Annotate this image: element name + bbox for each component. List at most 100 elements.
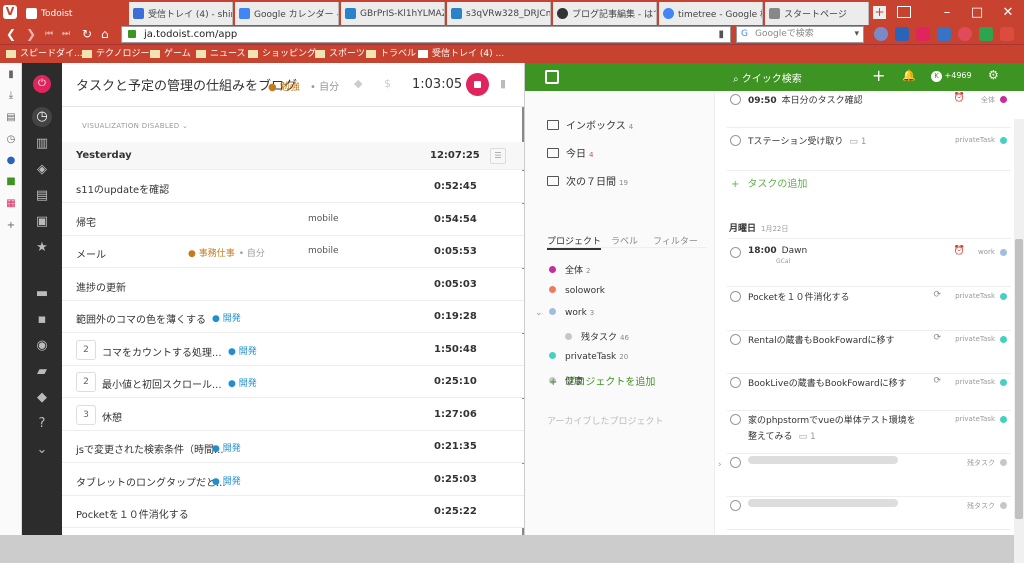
- bookmark-technology[interactable]: テクノロジー: [82, 45, 149, 64]
- time-entry-row[interactable]: 3 休憩 1:27:06: [62, 398, 524, 431]
- entry-description[interactable]: タブレットのロングタップだと...: [76, 474, 226, 489]
- search-input[interactable]: G Googleで検索 ▾: [736, 26, 864, 43]
- todoist-extension-icon[interactable]: [1000, 27, 1014, 41]
- tab-start-page[interactable]: スタートページ: [765, 2, 869, 25]
- entry-project[interactable]: ● 開発: [228, 344, 257, 357]
- clients-icon[interactable]: ▪: [32, 310, 52, 330]
- timer-icon[interactable]: ◷: [32, 107, 52, 127]
- task-checkbox[interactable]: [730, 377, 741, 388]
- fast-forward-icon[interactable]: ⏭: [62, 26, 70, 43]
- quick-add-button[interactable]: +: [872, 66, 885, 85]
- bookmark-shopping[interactable]: ショッピング: [248, 45, 316, 64]
- back-icon[interactable]: ❮: [6, 26, 16, 43]
- tab-filters[interactable]: フィルター: [653, 234, 698, 247]
- projects-icon[interactable]: ▬: [32, 284, 52, 304]
- minimize-button[interactable]: –: [932, 0, 962, 25]
- list-view-icon[interactable]: ☰: [490, 148, 506, 164]
- bookmark-inbox[interactable]: 受信トレイ (4) ...: [418, 45, 504, 64]
- bookmark-game[interactable]: ゲーム: [150, 45, 191, 64]
- entry-description[interactable]: jsで変更された検索条件（時間...: [76, 441, 224, 456]
- notes-panel-icon[interactable]: ▤: [5, 112, 17, 124]
- project-item[interactable]: 全体 2: [549, 263, 590, 276]
- insights-icon[interactable]: ◈: [32, 160, 52, 180]
- project-item[interactable]: privateTask 20: [549, 352, 628, 362]
- entry-description[interactable]: Pocketを１０件消化する: [76, 506, 189, 521]
- web-panel-1-icon[interactable]: ●: [5, 155, 17, 167]
- task-content[interactable]: [748, 456, 898, 467]
- add-panel-icon[interactable]: +: [5, 220, 17, 232]
- group-count-badge[interactable]: 2: [76, 372, 96, 392]
- tab-google-calendar[interactable]: Google カレンダー - 2月: [235, 2, 339, 25]
- chevron-right-icon[interactable]: ›: [718, 460, 722, 470]
- visualization-toggle[interactable]: VISUALIZATION DISABLED ⌄: [82, 122, 188, 130]
- tag-icon[interactable]: ◆: [354, 77, 362, 90]
- entry-project[interactable]: ● 開発: [228, 376, 257, 389]
- entry-description[interactable]: 休憩: [102, 409, 122, 424]
- dashboard-icon[interactable]: ▣: [32, 212, 52, 232]
- task-item[interactable]: Tステーション受け取り ▭ 1 privateTask: [727, 135, 1011, 171]
- notifications-icon[interactable]: 🔔: [902, 69, 916, 82]
- time-entry-row[interactable]: メール ● 事務仕事 • 自分 mobile 0:05:53: [62, 236, 524, 268]
- task-checkbox[interactable]: [730, 414, 741, 425]
- extension-5-icon[interactable]: [958, 27, 972, 41]
- comment-count[interactable]: ▭ 1: [799, 432, 816, 442]
- task-project[interactable]: 残タスク: [967, 501, 995, 511]
- task-content[interactable]: Tステーション受け取り ▭ 1: [748, 134, 866, 147]
- tab-projects[interactable]: プロジェクト: [547, 234, 602, 250]
- web-panel-2-icon[interactable]: ■: [5, 176, 17, 188]
- task-item[interactable]: Rentalの蔵書もBookFowardに移す privateTask ⟳: [727, 333, 1011, 374]
- stop-timer-button[interactable]: [466, 73, 489, 96]
- tab-labels[interactable]: ラベル: [611, 234, 638, 247]
- task-item[interactable]: BookLiveの蔵書もBookFowardに移す privateTask ⟳: [727, 376, 1011, 411]
- bookmark-sports[interactable]: スポーツ: [315, 45, 365, 64]
- task-project[interactable]: privateTask: [955, 378, 995, 386]
- nav-today[interactable]: 今日 4: [547, 145, 593, 160]
- task-item[interactable]: 家のphpstormでvueの単体テスト環境を 整えてみる ▭ 1 privateTa…: [727, 414, 1011, 454]
- task-item[interactable]: 09:50 本日分のタスク確認 全体 ⏰: [727, 93, 1011, 128]
- task-item[interactable]: 残タスク: [727, 456, 1011, 497]
- task-project[interactable]: 全体: [981, 95, 995, 105]
- workspaces-icon[interactable]: ▰: [32, 362, 52, 382]
- project-item[interactable]: ⌄ work 3: [535, 308, 594, 318]
- task-checkbox[interactable]: [730, 94, 741, 105]
- team-icon[interactable]: ◉: [32, 336, 52, 356]
- entry-project[interactable]: ● 開発: [212, 474, 241, 487]
- entry-description[interactable]: 帰宅: [76, 214, 96, 229]
- favorites-icon[interactable]: ★: [32, 238, 52, 258]
- task-content[interactable]: [748, 499, 898, 510]
- task-content[interactable]: 家のphpstormでvueの単体テスト環境を 整えてみる ▭ 1: [748, 413, 916, 442]
- task-content[interactable]: 09:50 本日分のタスク確認: [748, 93, 863, 106]
- rewind-icon[interactable]: ⏮: [45, 26, 53, 43]
- tab-image-1[interactable]: GBrPrIS-Kl1hYLMAZhWel: [341, 2, 445, 25]
- task-checkbox[interactable]: [730, 457, 741, 468]
- history-panel-icon[interactable]: ◷: [5, 134, 17, 146]
- task-content[interactable]: Pocketを１０件消化する: [748, 290, 850, 303]
- extension-6-icon[interactable]: [979, 27, 993, 41]
- toggl-logo-icon[interactable]: ⏻: [33, 75, 51, 93]
- task-checkbox[interactable]: [730, 291, 741, 302]
- tab-stack-icon[interactable]: [897, 6, 911, 18]
- home-icon[interactable]: ⌂: [101, 26, 109, 43]
- task-project[interactable]: work: [978, 248, 995, 256]
- entry-description[interactable]: 最小値と初回スクロール...: [102, 376, 222, 391]
- project-item[interactable]: solowork: [549, 286, 605, 296]
- timer-description[interactable]: タスクと予定の管理の仕組みをブログ: [76, 75, 297, 94]
- entry-project[interactable]: ● 開発: [212, 441, 241, 454]
- entry-description[interactable]: 範囲外のコマの色を薄くする: [76, 311, 206, 326]
- vivaldi-menu-icon[interactable]: V: [3, 5, 17, 19]
- nav-inbox[interactable]: インボックス 4: [547, 117, 633, 132]
- task-checkbox[interactable]: [730, 247, 741, 258]
- tab-todoist[interactable]: Todoist: [22, 2, 126, 25]
- timer-project[interactable]: ● 勉強: [268, 78, 300, 93]
- todoist-logo-icon[interactable]: [545, 70, 559, 84]
- task-checkbox[interactable]: [730, 334, 741, 345]
- scrollbar[interactable]: [1014, 119, 1024, 563]
- bookmark-icon[interactable]: ▮: [718, 27, 724, 42]
- entry-description[interactable]: コマをカウントする処理...: [102, 344, 222, 359]
- entry-description[interactable]: メール: [76, 246, 106, 261]
- entry-description[interactable]: 進捗の更新: [76, 279, 126, 294]
- entry-tag[interactable]: mobile: [308, 214, 339, 224]
- bookmarks-panel-icon[interactable]: ▮: [5, 69, 17, 81]
- nav-next-7-days[interactable]: 次の７日間 19: [547, 173, 628, 188]
- close-button[interactable]: ✕: [993, 0, 1023, 25]
